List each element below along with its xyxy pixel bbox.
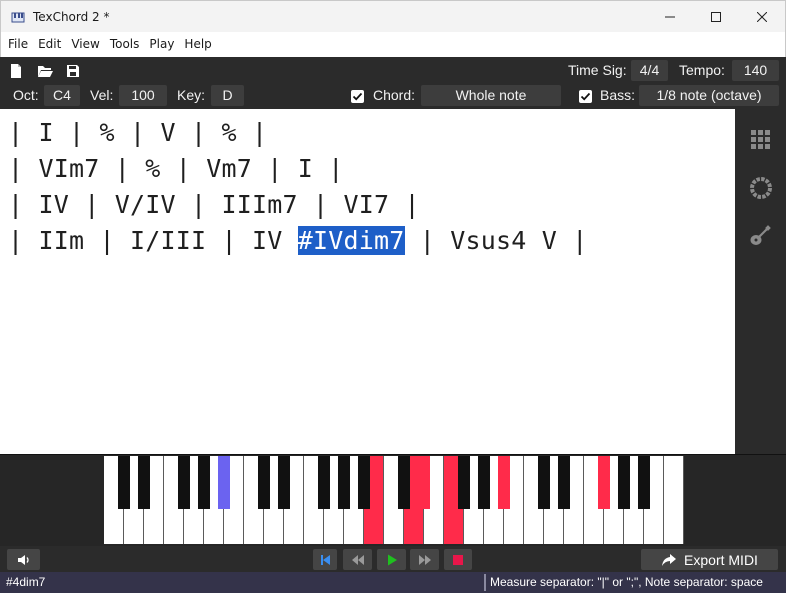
tempo-label: Tempo: (679, 62, 725, 78)
share-arrow-icon (662, 553, 677, 566)
black-key[interactable] (178, 456, 190, 509)
black-key[interactable] (638, 456, 650, 509)
save-icon[interactable] (66, 63, 82, 79)
white-key[interactable] (664, 456, 684, 544)
black-key[interactable] (558, 456, 570, 509)
piano-keyboard[interactable] (104, 456, 684, 546)
editor-line: | I | % | V | % | (8, 118, 268, 147)
export-midi-label: Export MIDI (684, 551, 758, 568)
bass-label: Bass: (600, 87, 636, 103)
vel-label: Vel: (90, 87, 114, 103)
rewind-icon (351, 554, 364, 565)
black-key[interactable] (258, 456, 270, 509)
stop-button[interactable] (444, 549, 472, 570)
black-key[interactable] (338, 456, 350, 509)
line-text-before: | IIm | I/III | IV (8, 226, 298, 255)
editor-line: | IIm | I/III | IV #IVdim7 | Vsus4 V | (8, 223, 735, 259)
status-hint: Measure separator: "|" or ";", Note sepa… (490, 575, 763, 589)
rewind-button[interactable] (343, 549, 372, 570)
chord-checkbox[interactable] (351, 90, 364, 103)
export-midi-button[interactable]: Export MIDI (641, 549, 778, 570)
stop-icon (453, 554, 463, 565)
oct-field[interactable]: C4 (44, 85, 80, 106)
new-file-icon[interactable] (9, 63, 25, 79)
bass-checkbox[interactable] (579, 90, 592, 103)
maximize-icon (711, 11, 721, 22)
chord-editor[interactable]: | I | % | V | % | | VIm7 | % | Vm7 | I |… (1, 109, 735, 454)
vel-field[interactable]: 100 (119, 85, 167, 106)
black-key[interactable] (358, 456, 370, 509)
oct-label: Oct: (13, 87, 39, 103)
black-key[interactable] (618, 456, 630, 509)
skip-start-icon (321, 554, 330, 565)
status-current-chord: #4dim7 (6, 575, 46, 589)
menu-view[interactable]: View (66, 32, 104, 57)
maximize-button[interactable] (693, 1, 739, 32)
menu-bar: File Edit View Tools Play Help (0, 32, 786, 57)
close-button[interactable] (739, 1, 785, 32)
key-label: Key: (177, 87, 206, 103)
black-key[interactable] (318, 456, 330, 509)
minimize-icon (665, 16, 675, 17)
grid-icon[interactable] (748, 127, 772, 151)
status-bar: #4dim7 Measure separator: "|" or ";", No… (0, 572, 786, 593)
play-button[interactable] (377, 549, 406, 570)
black-key[interactable] (278, 456, 290, 509)
open-folder-icon[interactable] (37, 63, 53, 79)
minimize-button[interactable] (647, 1, 693, 32)
editor-line: | VIm7 | % | Vm7 | I | (8, 154, 344, 183)
chord-duration-select[interactable]: Whole note (421, 85, 561, 106)
menu-help[interactable]: Help (179, 32, 216, 57)
black-key[interactable] (498, 456, 510, 509)
speaker-icon (17, 554, 29, 565)
play-icon (387, 554, 397, 565)
time-sig-label: Time Sig: (568, 62, 627, 78)
transport-bar: Export MIDI (0, 546, 786, 572)
chord-label: Chord: (373, 87, 416, 103)
bass-duration-select[interactable]: 1/8 note (octave) (639, 85, 779, 106)
tempo-field[interactable]: 140 (732, 60, 779, 81)
menu-play[interactable]: Play (144, 32, 179, 57)
fast-forward-icon (418, 554, 431, 565)
skip-to-start-button[interactable] (313, 549, 337, 570)
menu-tools[interactable]: Tools (105, 32, 145, 57)
black-key[interactable] (138, 456, 150, 509)
time-sig-field[interactable]: 4/4 (631, 60, 668, 81)
black-key[interactable] (458, 456, 470, 509)
circle-of-fifths-icon[interactable] (748, 175, 772, 199)
window-title: TexChord 2 * (33, 9, 110, 24)
side-panel (735, 109, 786, 454)
menu-file[interactable]: File (3, 32, 33, 57)
checkmark-icon (580, 92, 591, 101)
black-key[interactable] (478, 456, 490, 509)
close-icon (757, 11, 767, 22)
title-bar: TexChord 2 * (0, 0, 786, 32)
app-icon (11, 10, 25, 24)
black-key[interactable] (598, 456, 610, 509)
menu-edit[interactable]: Edit (33, 32, 66, 57)
black-key[interactable] (198, 456, 210, 509)
black-key[interactable] (398, 456, 410, 509)
black-key[interactable] (538, 456, 550, 509)
toolbar: Time Sig: 4/4 Tempo: 140 Oct: C4 Vel: 10… (0, 57, 786, 109)
editor-line: | IV | V/IV | IIIm7 | VI7 | (8, 190, 420, 219)
guitar-icon[interactable] (748, 224, 772, 248)
key-field[interactable]: D (211, 85, 244, 106)
line-text-after: | Vsus4 V | (404, 226, 588, 255)
checkmark-icon (352, 92, 363, 101)
volume-button[interactable] (7, 549, 40, 570)
fast-forward-button[interactable] (410, 549, 439, 570)
black-key[interactable] (118, 456, 130, 509)
black-key[interactable] (418, 456, 430, 509)
black-key[interactable] (218, 456, 230, 509)
selected-chord: #IVdim7 (297, 226, 405, 255)
status-divider (484, 574, 486, 591)
